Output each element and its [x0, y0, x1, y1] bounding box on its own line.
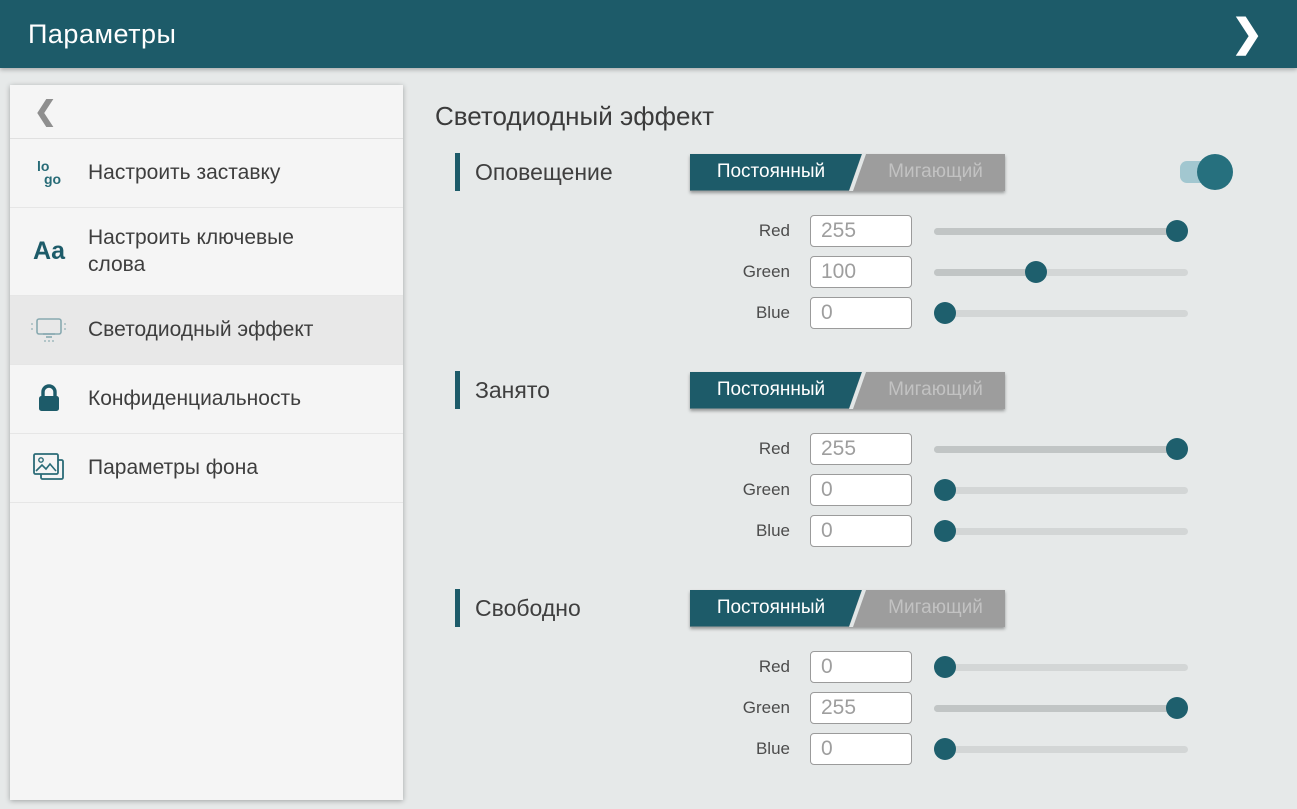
led-screen-icon	[10, 314, 88, 346]
toggle-knob	[1197, 154, 1233, 190]
mode-constant-segment[interactable]: Постоянный	[690, 154, 862, 191]
slider-track	[934, 664, 1188, 671]
text-aa-icon: Aa	[10, 237, 88, 266]
mode-segmented-control: Постоянный Мигающий	[690, 372, 1005, 409]
sidebar-item-keywords[interactable]: Aa Настроить ключевые слова	[10, 208, 403, 296]
blue-slider[interactable]	[934, 738, 1188, 760]
slider-track	[934, 310, 1188, 317]
mode-segmented-control: Постоянный Мигающий	[690, 154, 1005, 191]
sidebar-item-label: Конфиденциальность	[88, 386, 301, 412]
logo-icon: lo go	[10, 160, 88, 187]
section-accent-bar	[455, 589, 460, 627]
sidebar-item-background[interactable]: Параметры фона	[10, 434, 403, 503]
red-slider[interactable]	[934, 656, 1188, 678]
red-label: Red	[435, 221, 810, 241]
blue-label: Blue	[435, 303, 810, 323]
slider-fill	[934, 446, 1177, 453]
background-images-icon	[10, 451, 88, 485]
blue-label: Blue	[435, 521, 810, 541]
slider-thumb[interactable]	[1025, 261, 1047, 283]
green-label: Green	[435, 480, 810, 500]
main-panel: Светодиодный эффект Оповещение Постоянны…	[435, 68, 1297, 809]
slider-thumb[interactable]	[934, 302, 956, 324]
sidebar-item-label: Настроить ключевые слова	[88, 225, 338, 278]
red-channel-row: Red	[435, 433, 1297, 465]
mode-blinking-segment[interactable]: Мигающий	[866, 590, 1005, 627]
green-value-input[interactable]	[810, 474, 912, 506]
slider-thumb[interactable]	[934, 656, 956, 678]
sidebar-item-label: Параметры фона	[88, 455, 258, 481]
slider-thumb[interactable]	[934, 520, 956, 542]
slider-fill	[934, 228, 1177, 235]
slider-thumb[interactable]	[934, 738, 956, 760]
sidebar: ❮ lo go Настроить заставку Aa Настроить …	[10, 85, 403, 800]
mode-constant-segment[interactable]: Постоянный	[690, 590, 862, 627]
slider-track	[934, 528, 1188, 535]
alert-enabled-toggle[interactable]	[1180, 160, 1226, 184]
green-label: Green	[435, 698, 810, 718]
app-header: Параметры ❯	[0, 0, 1297, 68]
red-value-input[interactable]	[810, 651, 912, 683]
blue-value-input[interactable]	[810, 515, 912, 547]
red-value-input[interactable]	[810, 433, 912, 465]
panel-title: Светодиодный эффект	[435, 101, 1297, 132]
section-free: Свободно Постоянный Мигающий Red Green	[435, 589, 1297, 765]
sidebar-collapse-button[interactable]: ❮	[10, 85, 403, 139]
slider-thumb[interactable]	[1166, 438, 1188, 460]
slider-track	[934, 487, 1188, 494]
sidebar-item-splash-screen[interactable]: lo go Настроить заставку	[10, 139, 403, 208]
blue-slider[interactable]	[934, 520, 1188, 542]
red-slider[interactable]	[934, 220, 1188, 242]
blue-channel-row: Blue	[435, 733, 1297, 765]
green-value-input[interactable]	[810, 256, 912, 288]
red-slider[interactable]	[934, 438, 1188, 460]
slider-thumb[interactable]	[1166, 697, 1188, 719]
blue-channel-row: Blue	[435, 297, 1297, 329]
mode-constant-segment[interactable]: Постоянный	[690, 372, 862, 409]
blue-label: Blue	[435, 739, 810, 759]
green-slider[interactable]	[934, 697, 1188, 719]
blue-value-input[interactable]	[810, 733, 912, 765]
green-value-input[interactable]	[810, 692, 912, 724]
blue-value-input[interactable]	[810, 297, 912, 329]
green-channel-row: Green	[435, 256, 1297, 288]
red-label: Red	[435, 657, 810, 677]
mode-blinking-segment[interactable]: Мигающий	[866, 372, 1005, 409]
slider-fill	[934, 705, 1177, 712]
slider-fill	[934, 269, 1036, 276]
sidebar-item-label: Настроить заставку	[88, 160, 280, 186]
sidebar-item-label: Светодиодный эффект	[88, 317, 313, 343]
sidebar-item-privacy[interactable]: Конфиденциальность	[10, 365, 403, 434]
red-channel-row: Red	[435, 215, 1297, 247]
mode-blinking-segment[interactable]: Мигающий	[866, 154, 1005, 191]
section-busy: Занято Постоянный Мигающий Red Green	[435, 371, 1297, 568]
green-slider[interactable]	[934, 479, 1188, 501]
slider-thumb[interactable]	[934, 479, 956, 501]
section-accent-bar	[455, 371, 460, 409]
section-title: Свободно	[475, 595, 581, 622]
blue-slider[interactable]	[934, 302, 1188, 324]
green-channel-row: Green	[435, 474, 1297, 506]
red-label: Red	[435, 439, 810, 459]
section-title: Занято	[475, 377, 550, 404]
red-value-input[interactable]	[810, 215, 912, 247]
lock-icon	[10, 383, 88, 415]
section-accent-bar	[455, 153, 460, 191]
slider-track	[934, 746, 1188, 753]
green-label: Green	[435, 262, 810, 282]
back-chevron-icon: ❮	[34, 96, 57, 127]
blue-channel-row: Blue	[435, 515, 1297, 547]
page-title: Параметры	[28, 19, 176, 50]
green-slider[interactable]	[934, 261, 1188, 283]
section-title: Оповещение	[475, 159, 613, 186]
red-channel-row: Red	[435, 651, 1297, 683]
section-alert: Оповещение Постоянный Мигающий Red	[435, 153, 1297, 350]
forward-chevron-icon[interactable]: ❯	[1225, 11, 1269, 57]
green-channel-row: Green	[435, 692, 1297, 724]
slider-thumb[interactable]	[1166, 220, 1188, 242]
sidebar-item-led-effect[interactable]: Светодиодный эффект	[10, 296, 403, 365]
mode-segmented-control: Постоянный Мигающий	[690, 590, 1005, 627]
